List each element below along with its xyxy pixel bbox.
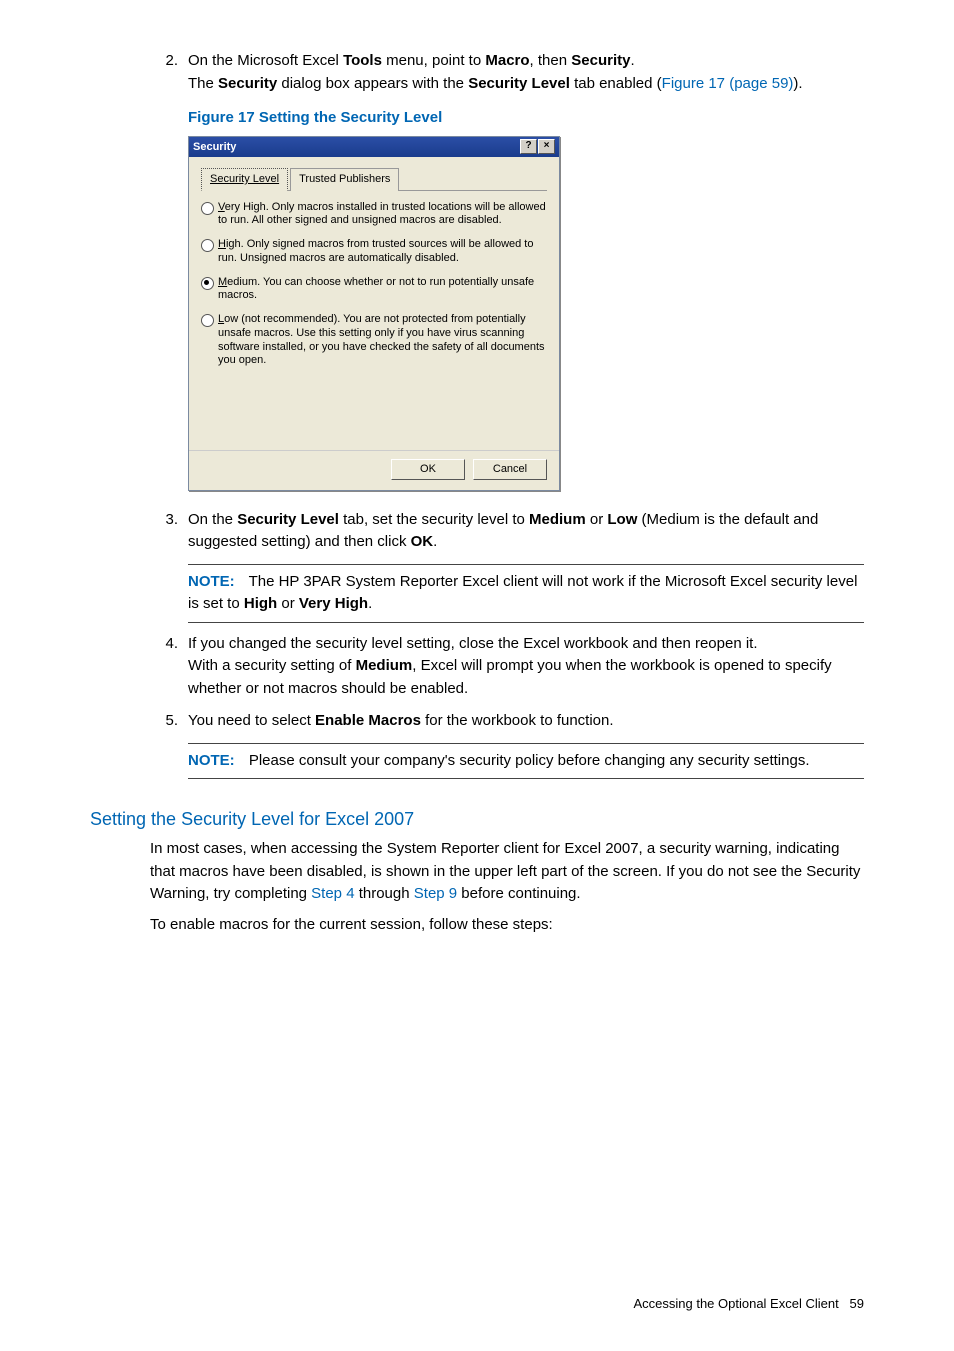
section-paragraph-2: To enable macros for the current session… — [150, 914, 864, 937]
bold: Medium — [529, 511, 586, 528]
bold: Macro — [485, 52, 529, 69]
page-number: 59 — [850, 1296, 864, 1311]
text: tab, set the security level to — [339, 511, 529, 528]
tab-trusted-publishers[interactable]: Trusted Publishers — [290, 168, 399, 191]
note-block: NOTE: Please consult your company's secu… — [188, 743, 864, 780]
tab-label: Trusted Publishers — [299, 173, 390, 185]
note-block: NOTE: The HP 3PAR System Reporter Excel … — [188, 564, 864, 623]
step-number: 3. — [150, 509, 178, 532]
bold: Very High — [299, 595, 368, 612]
step-5: 5. You need to select Enable Macros for … — [150, 710, 864, 779]
section-heading-excel-2007: Setting the Security Level for Excel 200… — [90, 809, 864, 830]
figure-ref-link[interactable]: Figure 17 (page 59) — [662, 75, 794, 92]
bold: Medium — [356, 657, 413, 674]
step-number: 4. — [150, 633, 178, 656]
text: for the workbook to function. — [421, 712, 614, 729]
radio-icon — [201, 239, 214, 252]
radio-label: Very High. Only macros installed in trus… — [218, 201, 547, 229]
cancel-button[interactable]: Cancel — [473, 459, 547, 480]
page-footer: Accessing the Optional Excel Client 59 — [60, 1296, 894, 1311]
text: menu, point to — [382, 52, 485, 69]
bold: OK — [411, 533, 434, 550]
text: Please consult your company's security p… — [249, 752, 810, 769]
radio-label: Low (not recommended). You are not prote… — [218, 313, 547, 368]
text: or — [277, 595, 299, 612]
step-2: 2. On the Microsoft Excel Tools menu, po… — [150, 50, 864, 491]
ok-button[interactable]: OK — [391, 459, 465, 480]
tab-security-level[interactable]: Security Level — [201, 168, 288, 191]
close-icon[interactable]: × — [538, 139, 555, 154]
text: or — [586, 511, 608, 528]
text: If you changed the security level settin… — [188, 635, 758, 652]
radio-label: Medium. You can choose whether or not to… — [218, 276, 547, 304]
bold: Tools — [343, 52, 382, 69]
mnemonic: M — [218, 276, 227, 288]
text: igh. Only signed macros from trusted sou… — [218, 238, 533, 264]
text: ). — [793, 75, 802, 92]
step-number: 2. — [150, 50, 178, 73]
bold: Low — [607, 511, 637, 528]
text: . — [630, 52, 634, 69]
dialog-tabs: Security Level Trusted Publishers — [201, 167, 547, 191]
bold: Security Level — [237, 511, 339, 528]
security-dialog: Security ? × Security Level Trusted Publ… — [188, 136, 560, 491]
step-2-line-1: On the Microsoft Excel Tools menu, point… — [188, 52, 635, 69]
text: dialog box appears with the — [277, 75, 468, 92]
tab-label: Security Level — [210, 173, 279, 185]
text: You need to select — [188, 712, 315, 729]
text: edium. You can choose whether or not to … — [218, 276, 534, 302]
text: ow (not recommended). You are not protec… — [218, 313, 545, 366]
text: tab enabled ( — [570, 75, 662, 92]
radio-icon — [201, 202, 214, 215]
text: . — [368, 595, 372, 612]
bold: Security — [571, 52, 630, 69]
step-4: 4. If you changed the security level set… — [150, 633, 864, 701]
text: ery High. Only macros installed in trust… — [218, 201, 546, 227]
text: On the Microsoft Excel — [188, 52, 343, 69]
text: The — [188, 75, 218, 92]
mnemonic: V — [218, 201, 225, 213]
step-9-link[interactable]: Step 9 — [414, 885, 457, 902]
bold: High — [244, 595, 277, 612]
radio-icon-selected — [201, 277, 214, 290]
text: On the — [188, 511, 237, 528]
radio-high[interactable]: High. Only signed macros from trusted so… — [201, 238, 547, 266]
radio-low[interactable]: Low (not recommended). You are not prote… — [201, 313, 547, 368]
footer-text: Accessing the Optional Excel Client — [633, 1296, 838, 1311]
bold: Enable Macros — [315, 712, 421, 729]
note-label: NOTE: — [188, 573, 235, 590]
text: . — [433, 533, 437, 550]
step-3: 3. On the Security Level tab, set the se… — [150, 509, 864, 623]
radio-label: High. Only signed macros from trusted so… — [218, 238, 547, 266]
text: With a security setting of — [188, 657, 356, 674]
bold: Security Level — [468, 75, 570, 92]
radio-icon — [201, 314, 214, 327]
text: , then — [530, 52, 572, 69]
text: through — [355, 885, 414, 902]
mnemonic: H — [218, 238, 226, 250]
text: before continuing. — [457, 885, 580, 902]
dialog-titlebar: Security ? × — [189, 137, 559, 158]
step-4-link[interactable]: Step 4 — [311, 885, 354, 902]
step-number: 5. — [150, 710, 178, 733]
bold: Security — [218, 75, 277, 92]
help-icon[interactable]: ? — [520, 139, 537, 154]
radio-medium[interactable]: Medium. You can choose whether or not to… — [201, 276, 547, 304]
note-label: NOTE: — [188, 752, 235, 769]
section-paragraph-1: In most cases, when accessing the System… — [150, 838, 864, 906]
radio-very-high[interactable]: Very High. Only macros installed in trus… — [201, 201, 547, 229]
figure-caption: Figure 17 Setting the Security Level — [188, 107, 864, 130]
dialog-title: Security — [193, 139, 236, 156]
step-2-line-2: The Security dialog box appears with the… — [188, 75, 803, 92]
